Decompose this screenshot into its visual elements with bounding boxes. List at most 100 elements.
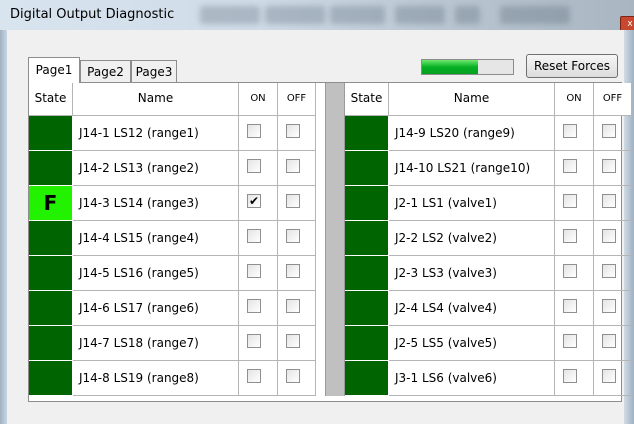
force-on-checkbox[interactable]: [247, 299, 261, 313]
force-on-checkbox[interactable]: [563, 124, 577, 138]
force-off-cell: [278, 256, 316, 291]
tab-page3[interactable]: Page3: [131, 60, 177, 82]
force-off-cell: [594, 151, 632, 186]
force-on-cell: [239, 326, 278, 361]
force-on-checkbox[interactable]: [563, 369, 577, 383]
close-icon: x: [627, 19, 633, 29]
output-name: J14-1 LS12 (range1): [73, 116, 239, 151]
force-off-cell: [594, 221, 632, 256]
window-frame-left: [0, 30, 7, 424]
state-indicator: [29, 291, 73, 326]
force-off-checkbox[interactable]: [602, 264, 616, 278]
output-name: J2-5 LS5 (valve5): [389, 326, 555, 361]
force-on-cell: [239, 116, 278, 151]
force-off-cell: [278, 151, 316, 186]
force-off-checkbox[interactable]: [286, 334, 300, 348]
force-off-cell: [278, 361, 316, 396]
state-indicator: [29, 361, 73, 396]
force-on-checkbox[interactable]: [563, 229, 577, 243]
force-off-checkbox[interactable]: [286, 159, 300, 173]
blurred-background-text: [500, 6, 570, 24]
progress-fill: [422, 60, 479, 74]
force-on-checkbox[interactable]: [563, 299, 577, 313]
output-name: J14-8 LS19 (range8): [73, 361, 239, 396]
force-on-cell: [555, 326, 594, 361]
force-on-checkbox[interactable]: [563, 334, 577, 348]
force-on-cell: [555, 256, 594, 291]
force-off-cell: [594, 361, 632, 396]
checkmark-icon: ✔: [248, 194, 260, 208]
force-on-checkbox[interactable]: [247, 369, 261, 383]
force-off-checkbox[interactable]: [286, 264, 300, 278]
force-on-cell: [239, 361, 278, 396]
left-header-state: State: [29, 83, 73, 116]
force-off-cell: [278, 291, 316, 326]
right-header-state: State: [345, 83, 389, 116]
output-name: J14-9 LS20 (range9): [389, 116, 555, 151]
force-off-checkbox[interactable]: [602, 334, 616, 348]
state-indicator: [29, 221, 73, 256]
state-indicator: [29, 116, 73, 151]
left-header-name: Name: [73, 83, 239, 116]
force-off-cell: [594, 256, 632, 291]
output-name: J3-1 LS6 (valve6): [389, 361, 555, 396]
force-on-cell: [555, 186, 594, 221]
force-on-cell: [555, 151, 594, 186]
force-off-cell: [594, 326, 632, 361]
force-off-checkbox[interactable]: [602, 369, 616, 383]
force-on-checkbox[interactable]: [563, 159, 577, 173]
left-header-off: OFF: [278, 83, 316, 116]
force-off-checkbox[interactable]: [602, 299, 616, 313]
state-indicator: [345, 256, 389, 291]
force-on-cell: [555, 221, 594, 256]
force-on-checkbox[interactable]: ✔: [247, 194, 261, 208]
state-indicator: [345, 291, 389, 326]
blurred-background-text: [200, 6, 260, 24]
force-off-checkbox[interactable]: [602, 124, 616, 138]
force-off-checkbox[interactable]: [602, 159, 616, 173]
force-on-checkbox[interactable]: [247, 124, 261, 138]
force-off-checkbox[interactable]: [286, 124, 300, 138]
force-on-cell: [239, 256, 278, 291]
state-indicator: F: [29, 186, 73, 221]
reset-forces-button[interactable]: Reset Forces: [526, 54, 618, 78]
force-on-cell: [555, 116, 594, 151]
force-off-checkbox[interactable]: [602, 229, 616, 243]
bottom-area: [7, 404, 624, 424]
window-title: Digital Output Diagnostic: [10, 7, 175, 22]
force-off-cell: [278, 186, 316, 221]
output-panel: State Name ON OFF J14-1 LS12 (range1) J14-2 L…: [28, 82, 632, 402]
force-off-checkbox[interactable]: [602, 194, 616, 208]
force-on-cell: [555, 291, 594, 326]
force-off-cell: [594, 291, 632, 326]
force-on-checkbox[interactable]: [247, 159, 261, 173]
output-name: J14-6 LS17 (range6): [73, 291, 239, 326]
force-off-cell: [594, 186, 632, 221]
force-on-cell: [555, 361, 594, 396]
output-name: J2-3 LS3 (valve3): [389, 256, 555, 291]
force-on-cell: [239, 151, 278, 186]
tab-page2[interactable]: Page2: [80, 60, 131, 82]
tab-page1[interactable]: Page1: [28, 57, 80, 83]
force-off-checkbox[interactable]: [286, 194, 300, 208]
output-name: J2-4 LS4 (valve4): [389, 291, 555, 326]
force-on-checkbox[interactable]: [247, 229, 261, 243]
column-separator: [325, 83, 345, 396]
output-name: J14-4 LS15 (range4): [73, 221, 239, 256]
output-name: J2-2 LS2 (valve2): [389, 221, 555, 256]
force-on-checkbox[interactable]: [247, 264, 261, 278]
force-on-checkbox[interactable]: [247, 334, 261, 348]
state-indicator: [29, 151, 73, 186]
output-name: J2-1 LS1 (valve1): [389, 186, 555, 221]
force-off-checkbox[interactable]: [286, 299, 300, 313]
left-header-on: ON: [239, 83, 278, 116]
force-on-checkbox[interactable]: [563, 194, 577, 208]
force-off-checkbox[interactable]: [286, 369, 300, 383]
output-name: J14-2 LS13 (range2): [73, 151, 239, 186]
force-off-cell: [278, 326, 316, 361]
right-header-on: ON: [555, 83, 594, 116]
force-on-checkbox[interactable]: [563, 264, 577, 278]
state-indicator: [345, 151, 389, 186]
blurred-background-text: [395, 6, 445, 24]
force-off-checkbox[interactable]: [286, 229, 300, 243]
